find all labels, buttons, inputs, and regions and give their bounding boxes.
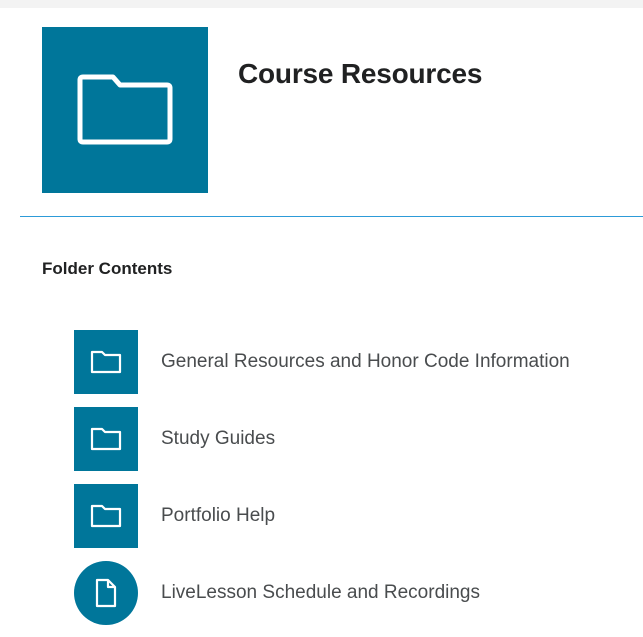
list-item-livelesson-schedule[interactable]: LiveLesson Schedule and Recordings xyxy=(74,561,643,625)
folder-icon xyxy=(75,69,175,152)
list-item-portfolio-help[interactable]: Portfolio Help xyxy=(74,484,643,548)
list-item-study-guides[interactable]: Study Guides xyxy=(74,407,643,471)
list-item-label[interactable]: Portfolio Help xyxy=(161,505,275,527)
list-item-label[interactable]: Study Guides xyxy=(161,428,275,450)
document-icon xyxy=(74,561,138,625)
list-item-label[interactable]: LiveLesson Schedule and Recordings xyxy=(161,582,480,604)
folder-header-tile xyxy=(42,27,208,193)
folder-icon xyxy=(74,330,138,394)
page-title: Course Resources xyxy=(238,58,483,89)
folder-contents-heading: Folder Contents xyxy=(42,259,173,278)
list-item-label[interactable]: General Resources and Honor Code Informa… xyxy=(161,351,570,373)
top-strip xyxy=(0,0,643,8)
list-item-general-resources[interactable]: General Resources and Honor Code Informa… xyxy=(74,330,643,394)
folder-icon xyxy=(74,407,138,471)
folder-icon xyxy=(74,484,138,548)
header-divider xyxy=(20,216,643,217)
